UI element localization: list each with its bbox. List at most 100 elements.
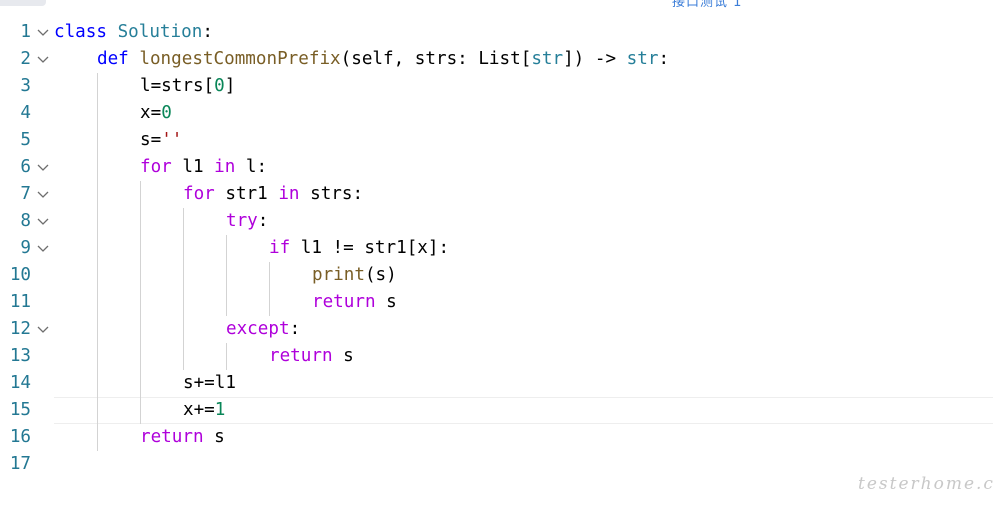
code-token: s+=l1	[183, 373, 236, 393]
code-text: return s	[269, 343, 354, 370]
code-token: 0	[214, 76, 225, 96]
code-token: x+=	[183, 400, 215, 420]
tab-partial-title: 接口测试 1	[672, 0, 743, 10]
code-line[interactable]: 5 s=''	[0, 127, 993, 154]
line-number: 5	[20, 130, 31, 150]
code-text: for l1 in l:	[140, 154, 267, 181]
code-text: print(s)	[312, 262, 397, 289]
code-text: l=strs[0]	[140, 73, 235, 100]
code-token: str	[626, 49, 659, 69]
code-token: l1	[171, 157, 215, 177]
code-token: ]) ->	[563, 49, 627, 69]
code-token: 1	[214, 400, 226, 420]
code-token: :	[202, 22, 213, 42]
code-token: :	[289, 319, 301, 339]
line-number: 7	[20, 184, 31, 204]
code-text: s+=l1	[183, 370, 236, 397]
code-token: longestCommonPrefix	[139, 49, 341, 69]
line-number: 9	[20, 238, 31, 258]
code-token: try	[226, 211, 258, 231]
code-token: in	[278, 184, 300, 204]
code-token: return	[312, 292, 376, 312]
chevron-down-icon[interactable]	[37, 56, 49, 63]
code-token: s	[375, 292, 397, 312]
code-text: s=''	[140, 127, 182, 154]
code-text: return s	[140, 424, 225, 451]
code-token: :	[658, 49, 670, 69]
chevron-down-icon[interactable]	[37, 29, 49, 36]
code-token: :	[257, 211, 269, 231]
code-token: l:	[235, 157, 268, 177]
code-line[interactable]: 9 if l1 != str1[x]:	[0, 235, 993, 262]
code-line[interactable]: 11 return s	[0, 289, 993, 316]
code-token: print	[312, 265, 365, 285]
code-token: l=strs[	[140, 76, 215, 96]
code-text: for str1 in strs:	[183, 181, 363, 208]
code-line[interactable]: 7 for str1 in strs:	[0, 181, 993, 208]
code-token: ]	[224, 76, 236, 96]
chevron-down-icon[interactable]	[37, 191, 49, 198]
code-line[interactable]: 13 return s	[0, 343, 993, 370]
code-token: Solution	[117, 22, 203, 42]
code-line[interactable]: 6 for l1 in l:	[0, 154, 993, 181]
line-number: 14	[9, 373, 31, 393]
code-line[interactable]: 3 l=strs[0]	[0, 73, 993, 100]
code-token: 0	[161, 103, 172, 123]
chevron-down-icon[interactable]	[37, 326, 49, 333]
indent-guide	[226, 343, 227, 370]
indent-guide	[140, 181, 141, 424]
code-line[interactable]: 4 x=0	[0, 100, 993, 127]
code-token: (s)	[364, 265, 397, 285]
code-text: try:	[226, 208, 268, 235]
code-line[interactable]: 17	[0, 451, 993, 478]
chevron-down-icon[interactable]	[37, 164, 49, 171]
code-token: except	[226, 319, 290, 339]
code-text: if l1 != str1[x]:	[269, 235, 449, 262]
tab-edge	[0, 0, 46, 6]
line-number: 17	[9, 454, 31, 474]
code-token: def	[97, 49, 129, 69]
code-token: s	[203, 427, 225, 447]
line-number: 11	[9, 292, 31, 312]
line-number: 3	[20, 76, 31, 96]
indent-guide	[226, 235, 227, 316]
code-token: s=	[140, 130, 162, 150]
code-line[interactable]: 1 class Solution:	[0, 19, 993, 46]
code-text: def longestCommonPrefix(self, strs: List…	[97, 46, 669, 73]
code-token: l1 != str1[x]:	[290, 238, 450, 258]
top-tab-strip: 接口测试 1	[0, 0, 993, 19]
code-token: if	[269, 238, 291, 258]
code-text: class Solution:	[54, 19, 213, 46]
code-token: for	[140, 157, 172, 177]
code-line[interactable]: 15 x+=1	[0, 397, 993, 424]
line-number: 12	[9, 319, 31, 339]
code-line[interactable]: 12 except:	[0, 316, 993, 343]
code-line[interactable]: 16 return s	[0, 424, 993, 451]
chevron-down-icon[interactable]	[37, 218, 49, 225]
code-token: class	[54, 22, 107, 42]
code-editor[interactable]: 1 class Solution: 2 def longestCommonPrefix…	[0, 19, 993, 478]
indent-guide	[269, 262, 270, 316]
chevron-down-icon[interactable]	[37, 245, 49, 252]
code-token: x=	[140, 103, 162, 123]
line-number: 15	[9, 400, 31, 420]
code-text: except:	[226, 316, 300, 343]
code-line[interactable]: 2 def longestCommonPrefix(self, strs: Lis…	[0, 46, 993, 73]
code-token: for	[183, 184, 215, 204]
code-text: return s	[312, 289, 397, 316]
code-token: strs:	[299, 184, 364, 204]
code-line[interactable]: 8 try:	[0, 208, 993, 235]
code-token: ''	[161, 130, 183, 150]
line-number: 1	[20, 22, 31, 42]
line-number: 6	[20, 157, 31, 177]
code-line[interactable]: 14 s+=l1	[0, 370, 993, 397]
code-token: str1	[214, 184, 279, 204]
code-line[interactable]: 10 print(s)	[0, 262, 993, 289]
code-token: s	[332, 346, 354, 366]
code-token: return	[140, 427, 204, 447]
indent-guide	[183, 208, 184, 370]
code-token: (self, strs: List[	[340, 49, 532, 69]
code-token: in	[214, 157, 236, 177]
